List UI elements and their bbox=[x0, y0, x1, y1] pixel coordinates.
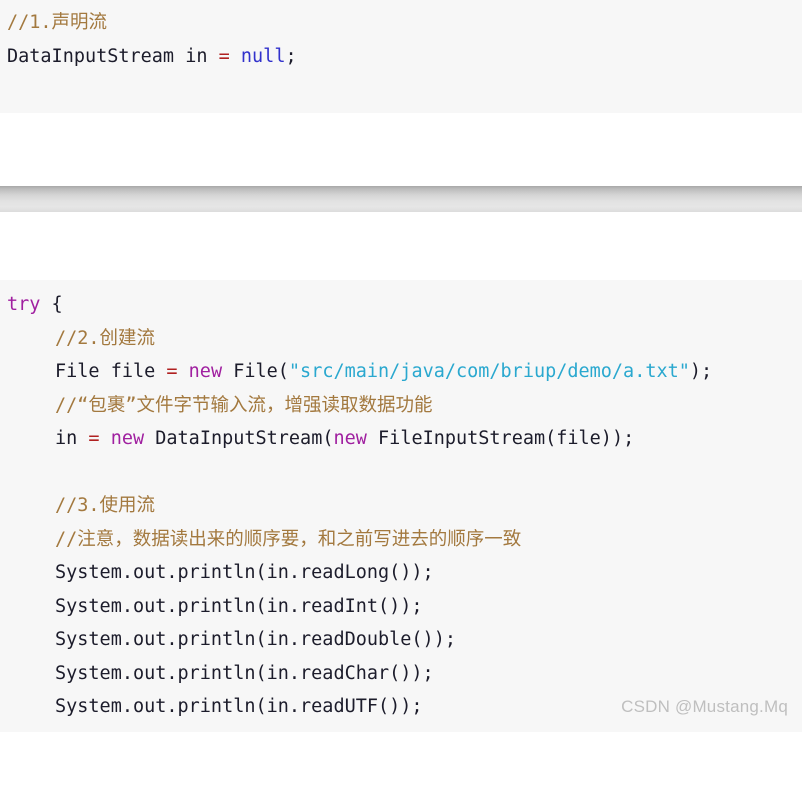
code-token-id: System.out.println(in.readLong()); bbox=[55, 562, 434, 583]
code-line: //“包裹”文件字节输入流，增强读取数据功能 bbox=[7, 389, 802, 423]
code-token-id: System.out.println(in.readChar()); bbox=[55, 662, 434, 684]
code-token-id: System.out.println(in.readDouble()); bbox=[55, 629, 456, 650]
code-token-id: in bbox=[55, 428, 89, 449]
code-token-id: FileInputStream(file)); bbox=[366, 428, 635, 449]
code-token-cmt: //3.使用流 bbox=[55, 495, 156, 516]
code-token-kw: new bbox=[188, 361, 223, 382]
white-gap-lower bbox=[0, 212, 802, 280]
code-line: //3.使用流 bbox=[7, 489, 802, 523]
code-line: in = new DataInputStream(new FileInputSt… bbox=[7, 422, 802, 456]
code-token-op: = bbox=[218, 45, 241, 67]
code-line: System.out.println(in.readDouble()); bbox=[7, 623, 802, 657]
code-line: System.out.println(in.readInt()); bbox=[7, 590, 802, 624]
code-token-cmt: //“包裹”文件字节输入流，增强读取数据功能 bbox=[55, 394, 433, 416]
code-token-kw: new bbox=[110, 428, 145, 449]
code-token-cmt: //1.声明流 bbox=[7, 12, 108, 33]
code-token-cmt: //2.创建流 bbox=[55, 327, 156, 349]
code-token-id: DataInputStream in bbox=[7, 45, 219, 67]
code-token-op: = bbox=[88, 428, 111, 449]
code-line: try { bbox=[7, 288, 802, 322]
code-token-kw: new bbox=[333, 428, 367, 449]
code-token-pun: ; bbox=[285, 45, 297, 67]
code-token-id: File file bbox=[55, 361, 167, 382]
code-line: //注意，数据读出来的顺序要，和之前写进去的顺序一致 bbox=[7, 523, 802, 557]
code-token-id: DataInputStream( bbox=[144, 428, 334, 449]
code-line bbox=[7, 456, 802, 490]
code-token-kw: try bbox=[7, 294, 41, 315]
code-line: DataInputStream in = null; bbox=[7, 40, 802, 74]
csdn-watermark: CSDN @Mustang.Mq bbox=[621, 696, 788, 716]
code-line: File file = new File("src/main/java/com/… bbox=[7, 355, 802, 389]
code-line: System.out.println(in.readLong()); bbox=[7, 556, 802, 590]
code-token-id: System.out.println(in.readUTF()); bbox=[55, 696, 423, 717]
code-block-try-body: try { //2.创建流 File file = new File("src/ma… bbox=[0, 280, 802, 732]
code-token-nul: null bbox=[240, 45, 286, 67]
code-line: //1.声明流 bbox=[7, 6, 802, 40]
code-block-declaration: //1.声明流 DataInputStream in = null; bbox=[0, 0, 802, 113]
code-token-id: File( bbox=[222, 361, 289, 382]
code-token-pun: { bbox=[40, 294, 63, 315]
code-token-pun: ); bbox=[689, 361, 713, 382]
code-token-id bbox=[55, 462, 66, 483]
white-gap-upper bbox=[0, 113, 802, 186]
code-line: //2.创建流 bbox=[7, 322, 802, 356]
code-token-cmt: //注意，数据读出来的顺序要，和之前写进去的顺序一致 bbox=[55, 528, 522, 550]
gradient-divider bbox=[0, 186, 802, 212]
code-token-str: "src/main/java/com/briup/demo/a.txt" bbox=[288, 361, 690, 382]
code-token-op: = bbox=[166, 361, 189, 382]
code-token-id: System.out.println(in.readInt()); bbox=[55, 595, 423, 617]
code-line: System.out.println(in.readChar()); bbox=[7, 657, 802, 691]
